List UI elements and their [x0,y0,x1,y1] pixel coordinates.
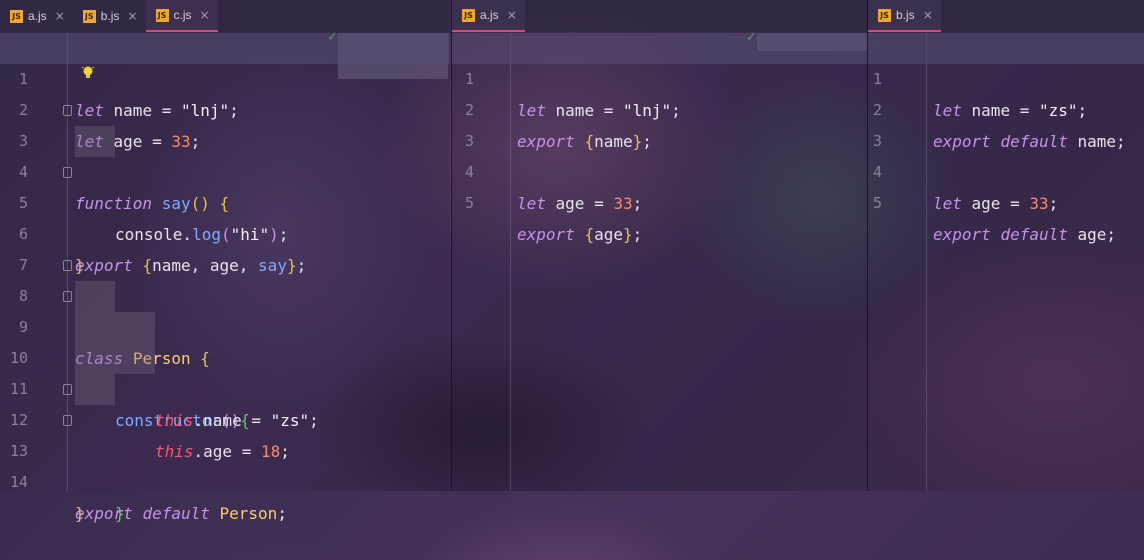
token-punct: ; [277,504,287,523]
code-line: 12 } [0,374,450,523]
code-line: 5 export default age; [868,157,1144,244]
token-number: 33 [1029,194,1049,213]
line-number: 5 [464,194,474,212]
token-text: age = [545,194,614,213]
tab-b-js[interactable]: JS b.js × [868,0,941,32]
close-icon[interactable]: × [507,8,517,22]
token-keyword: let [517,194,546,213]
tab-bar: JS b.js × [868,0,1144,32]
token-text: age [594,225,623,244]
token-punct: ; [632,194,643,213]
tab-bar: JS a.js × [452,0,867,32]
tab-bar: JS a.js × JS b.js × JS c.js × [0,0,450,32]
indent-guide [75,312,155,343]
code-editor[interactable]: ✓ 1 let name = "lnj"; 2 export {name}; 3… [452,30,867,491]
fold-icon[interactable] [63,384,72,395]
code-editor[interactable]: 1 let name = "zs"; 2 export default name… [868,33,1144,491]
fold-icon[interactable] [63,415,72,426]
indent-guide [75,374,115,405]
code-line: 1 let name = "lnj"; [0,33,450,120]
js-icon: JS [82,9,96,23]
tab-label: b.js [896,8,915,22]
token-class: Person [219,504,278,523]
code-line: 4 console.log("hi"); [0,126,450,244]
code-line: 13 } [0,405,450,523]
tab-label: c.js [173,8,192,22]
token-keyword: let [933,194,962,213]
indent-guide [75,126,115,157]
fold-icon[interactable] [63,105,72,116]
line-number: 5 [872,194,882,212]
token-text: age = [961,194,1030,213]
token-brace: } [622,225,633,244]
code-line: 3 function say() { [0,95,450,213]
tab-c-js[interactable]: JS c.js × [145,0,218,32]
indent-guide [75,343,155,374]
code-line: 9 constructor(){ [0,281,450,430]
code-line: 2 export default name; [868,64,1144,151]
tab-label: a.js [28,9,47,23]
token-keyword: export [75,504,133,523]
code-editor[interactable]: ✓ 1 let name = "lnj"; 2 let age = 33; 3 … [0,30,450,523]
fold-icon[interactable] [63,260,72,271]
code-line: 4 let age = 33; [868,126,1144,213]
token-punct: ; [1106,225,1117,244]
token-punct: ; [632,225,643,244]
line-number: 14 [9,473,28,491]
fold-icon[interactable] [63,291,72,302]
close-icon[interactable]: × [923,8,933,22]
code-line: 14 export default Person; [0,436,450,523]
tab-a-js[interactable]: JS a.js × [0,0,73,32]
code-line: 1 let name = "lnj"; [452,33,867,120]
tab-a-js[interactable]: JS a.js × [452,0,525,32]
code-line: 2 export {name}; [452,64,867,151]
code-line: 3 [868,95,1144,150]
code-line: 5 } [0,157,450,275]
token-keyword: default [1000,225,1068,244]
code-line: 7 [0,219,450,274]
code-line: 3 [452,95,867,150]
code-line: 2 let age = 33; [0,64,450,151]
editor-pane-left: JS a.js × JS b.js × JS c.js × ✓ 1 let na… [0,0,450,523]
code-line: 4 let age = 33; [452,126,867,213]
token-keyword: export [933,225,991,244]
tab-b-js[interactable]: JS b.js × [73,0,146,32]
token-keyword: default [142,504,210,523]
token-keyword: export [517,225,575,244]
close-icon[interactable]: × [55,9,65,23]
token-brace: { [584,225,595,244]
token-text: age [1067,225,1107,244]
code-line: 11 this.age = 18; [0,343,450,461]
code-line: 1 let name = "zs"; [868,33,1144,120]
js-icon: JS [10,9,23,23]
code-line: 8 class Person { [0,250,450,368]
tab-label: b.js [100,9,120,23]
js-icon: JS [878,8,891,22]
tab-label: a.js [480,8,499,22]
js-icon: JS [155,8,169,22]
lightbulb-icon[interactable] [82,65,94,81]
fold-icon[interactable] [63,167,72,178]
editor-pane-middle: JS a.js × ✓ 1 let name = "lnj"; 2 export… [451,0,867,491]
code-line: 6 export {name, age, say}; [0,188,450,275]
code-line: 10 this.name = "zs"; [0,312,450,430]
js-icon: JS [462,8,475,22]
close-icon[interactable]: × [127,9,137,23]
token-number: 33 [613,194,633,213]
close-icon[interactable]: × [200,8,210,22]
indent-guide [75,281,115,312]
editor-pane-right: JS b.js × 1 let name = "zs"; 2 export de… [867,0,1144,491]
code-line: 5 export {age}; [452,157,867,244]
token-punct: ; [1048,194,1059,213]
